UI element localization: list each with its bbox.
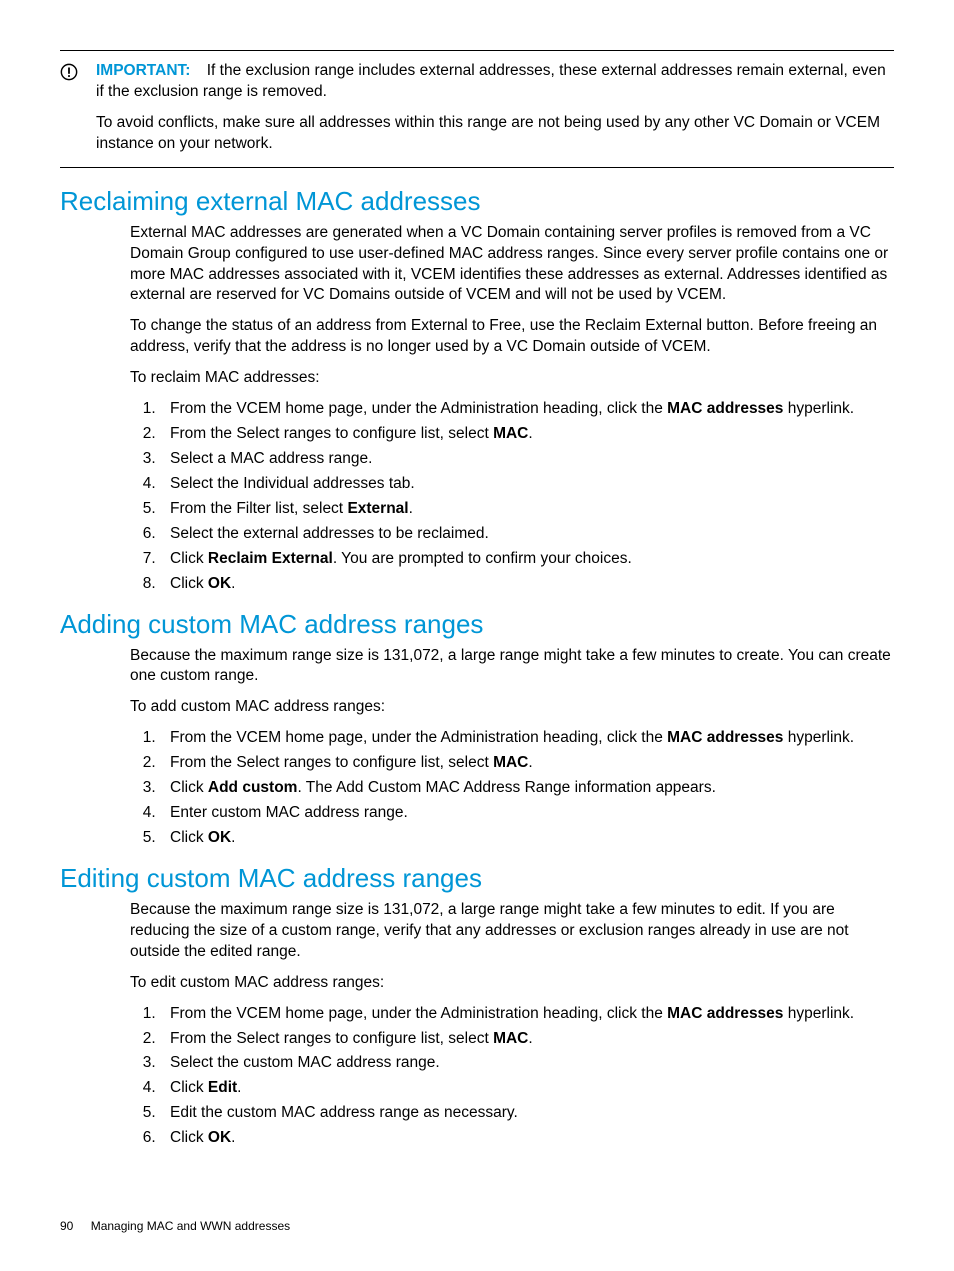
list-item: Click OK.: [160, 574, 894, 595]
page: IMPORTANT: If the exclusion range includ…: [0, 0, 954, 1271]
s1-p2: To change the status of an address from …: [130, 316, 894, 358]
s1-p1: External MAC addresses are generated whe…: [130, 223, 894, 307]
list-item: Select a MAC address range.: [160, 449, 894, 470]
page-footer: 90 Managing MAC and WWN addresses: [60, 1219, 290, 1233]
section-reclaiming: External MAC addresses are generated whe…: [130, 223, 894, 595]
list-item: From the Select ranges to configure list…: [160, 1029, 894, 1050]
list-item: Edit the custom MAC address range as nec…: [160, 1103, 894, 1124]
important-callout: IMPORTANT: If the exclusion range includ…: [60, 50, 894, 168]
list-item: Enter custom MAC address range.: [160, 803, 894, 824]
section-editing: Because the maximum range size is 131,07…: [130, 900, 894, 1149]
callout-text: IMPORTANT: If the exclusion range includ…: [96, 61, 894, 155]
list-item: From the VCEM home page, under the Admin…: [160, 728, 894, 749]
list-item: Select the external addresses to be recl…: [160, 524, 894, 545]
page-number: 90: [60, 1219, 73, 1233]
list-item: From the VCEM home page, under the Admin…: [160, 1004, 894, 1025]
s2-p2: To add custom MAC address ranges:: [130, 697, 894, 718]
section-adding: Because the maximum range size is 131,07…: [130, 646, 894, 849]
list-item: Click OK.: [160, 1128, 894, 1149]
s3-p1: Because the maximum range size is 131,07…: [130, 900, 894, 963]
heading-editing: Editing custom MAC address ranges: [60, 863, 894, 894]
s3-p2: To edit custom MAC address ranges:: [130, 973, 894, 994]
heading-adding: Adding custom MAC address ranges: [60, 609, 894, 640]
list-item: Click Reclaim External. You are prompted…: [160, 549, 894, 570]
s2-steps: From the VCEM home page, under the Admin…: [130, 728, 894, 849]
callout-inner: IMPORTANT: If the exclusion range includ…: [60, 61, 894, 155]
list-item: From the Select ranges to configure list…: [160, 424, 894, 445]
chapter-title: Managing MAC and WWN addresses: [91, 1219, 290, 1233]
list-item: Select the custom MAC address range.: [160, 1053, 894, 1074]
list-item: From the Filter list, select External.: [160, 499, 894, 520]
heading-reclaiming: Reclaiming external MAC addresses: [60, 186, 894, 217]
important-label: IMPORTANT:: [96, 62, 190, 79]
list-item: From the VCEM home page, under the Admin…: [160, 399, 894, 420]
s3-steps: From the VCEM home page, under the Admin…: [130, 1004, 894, 1150]
s1-p3: To reclaim MAC addresses:: [130, 368, 894, 389]
s1-steps: From the VCEM home page, under the Admin…: [130, 399, 894, 594]
list-item: From the Select ranges to configure list…: [160, 753, 894, 774]
list-item: Click OK.: [160, 828, 894, 849]
list-item: Select the Individual addresses tab.: [160, 474, 894, 495]
callout-p1: If the exclusion range includes external…: [96, 62, 886, 100]
important-icon: [60, 63, 78, 81]
s2-p1: Because the maximum range size is 131,07…: [130, 646, 894, 688]
list-item: Click Edit.: [160, 1078, 894, 1099]
callout-p2: To avoid conflicts, make sure all addres…: [96, 113, 894, 155]
list-item: Click Add custom. The Add Custom MAC Add…: [160, 778, 894, 799]
